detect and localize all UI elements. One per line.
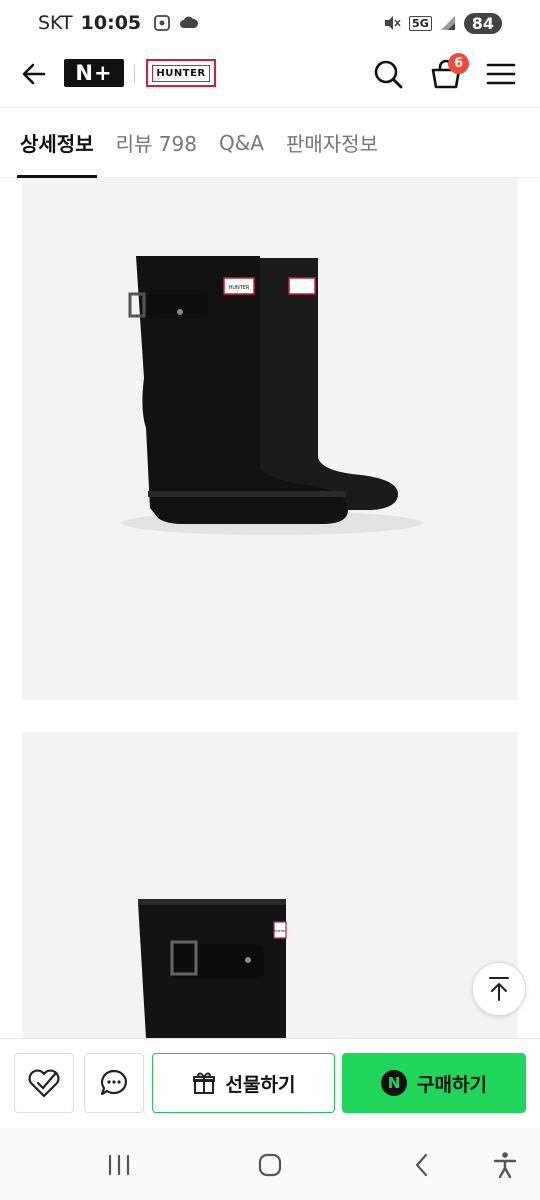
buy-button[interactable]: N 구매하기: [342, 1053, 526, 1113]
status-bar: SKT 10:05 5G 84: [0, 0, 540, 46]
buy-label: 구매하기: [417, 1073, 487, 1096]
gift-icon: [192, 1072, 215, 1094]
rain-boot-closeup-image: HUNTER: [138, 899, 287, 1038]
product-image-single: HUNTER: [22, 732, 518, 1038]
mute-icon: [385, 16, 401, 30]
back-arrow-icon[interactable]: [18, 58, 50, 90]
clock: 10:05: [80, 12, 142, 34]
tab-reviews[interactable]: 리뷰 798: [116, 108, 197, 178]
chat-button[interactable]: [84, 1053, 144, 1113]
gift-label: 선물하기: [225, 1073, 296, 1096]
search-icon[interactable]: [372, 58, 404, 90]
top-header: N+ HUNTER 6: [0, 46, 540, 108]
rain-boots-pair-image: HUNTER: [122, 256, 422, 535]
wishlist-button[interactable]: [14, 1053, 74, 1113]
cart-count-badge: 6: [448, 53, 469, 74]
signal-icon: [440, 16, 455, 30]
hunter-logo-text: HUNTER: [152, 64, 210, 82]
naver-pay-badge: N: [381, 1070, 408, 1096]
home-icon[interactable]: [255, 1150, 285, 1180]
product-tabs: 상세정보 리뷰 798 Q&A 판매자정보: [0, 108, 540, 178]
product-image-pair: HUNTER: [22, 178, 518, 700]
battery-level: 84: [463, 12, 502, 34]
cloud-icon: [180, 16, 199, 28]
tab-seller-info[interactable]: 판매자정보: [286, 108, 378, 178]
back-icon[interactable]: [407, 1150, 437, 1180]
system-navigation-bar: [0, 1128, 540, 1200]
menu-icon[interactable]: [484, 58, 518, 90]
boot-label-text: HUNTER: [229, 285, 250, 291]
recent-apps-icon[interactable]: [104, 1150, 134, 1180]
scroll-to-top-button[interactable]: [472, 962, 526, 1016]
heart-check-icon: [28, 1069, 60, 1098]
logo-divider: [134, 65, 135, 83]
boot-label-text-2: HUNTER: [274, 929, 287, 933]
product-detail-content: HUNTER HUNTER: [0, 178, 540, 1038]
chat-bubble-icon: [100, 1069, 127, 1096]
gift-button[interactable]: 선물하기: [152, 1053, 335, 1113]
naver-plus-logo[interactable]: N+: [64, 59, 124, 87]
arrow-up-icon: [489, 977, 509, 1001]
carrier-label: SKT: [38, 12, 73, 34]
purchase-action-bar: 선물하기 N 구매하기: [0, 1038, 540, 1128]
accessibility-icon[interactable]: [490, 1150, 520, 1180]
tab-qna[interactable]: Q&A: [219, 108, 264, 178]
network-label: 5G: [409, 15, 432, 31]
tab-details[interactable]: 상세정보: [17, 108, 97, 178]
hunter-brand-logo[interactable]: HUNTER: [146, 59, 216, 87]
screenshot-icon: [154, 15, 171, 31]
